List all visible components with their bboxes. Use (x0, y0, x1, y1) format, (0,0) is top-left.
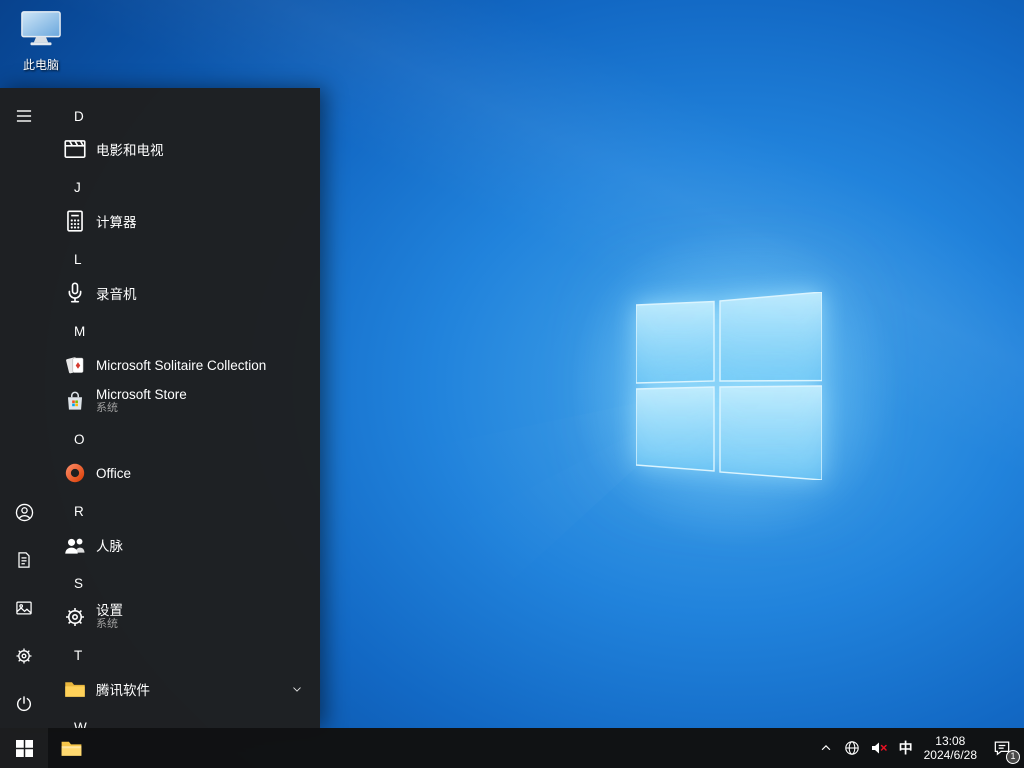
section-header-o[interactable]: O (48, 421, 320, 457)
app-sublabel: 系统 (96, 618, 118, 630)
app-label: 计算器 (96, 215, 137, 230)
section-header-w[interactable]: W (48, 709, 320, 729)
app-label: 人脉 (96, 539, 123, 554)
app-item-microsoft-store[interactable]: Microsoft Store 系统 (48, 383, 320, 419)
power-button[interactable] (0, 680, 48, 728)
app-label: 电影和电视 (96, 143, 164, 158)
app-label: 设置 (96, 603, 123, 618)
system-tray: 中 13:08 2024/6/28 1 (813, 728, 1024, 768)
volume-button[interactable] (865, 728, 893, 768)
settings-gear-icon (62, 604, 88, 630)
desktop: 此电脑 D 电影和电视 J 计算器 L 录音机 M Microsoft Soli… (0, 0, 1024, 768)
start-menu: D 电影和电视 J 计算器 L 录音机 M Microsoft Solitair… (0, 88, 320, 728)
clock-date: 2024/6/28 (923, 748, 977, 762)
ime-indicator[interactable]: 中 (893, 728, 919, 768)
action-center-button[interactable]: 1 (982, 728, 1022, 768)
notification-badge: 1 (1006, 750, 1020, 764)
chevron-up-icon (821, 744, 830, 751)
app-item-movies-tv[interactable]: 电影和电视 (48, 131, 320, 167)
network-button[interactable] (839, 728, 865, 768)
app-item-office[interactable]: Office (48, 455, 320, 491)
gear-icon (16, 648, 32, 664)
desktop-icon-this-pc[interactable]: 此电脑 (12, 8, 70, 73)
app-item-people[interactable]: 人脉 (48, 527, 320, 563)
people-icon (62, 532, 88, 558)
start-button[interactable] (0, 728, 48, 768)
section-header-l[interactable]: L (48, 241, 320, 277)
file-explorer-button[interactable] (48, 728, 94, 768)
documents-button[interactable] (0, 536, 48, 584)
expand-menu-button[interactable] (0, 92, 48, 140)
clock-time: 13:08 (935, 734, 966, 748)
app-item-calculator[interactable]: 计算器 (48, 203, 320, 239)
user-avatar-icon (15, 503, 33, 521)
solitaire-icon (62, 352, 88, 378)
app-item-solitaire[interactable]: Microsoft Solitaire Collection (48, 347, 320, 383)
app-item-voice-recorder[interactable]: 录音机 (48, 275, 320, 311)
calculator-icon (62, 208, 88, 234)
windows-logo-icon (636, 292, 822, 480)
section-header-j[interactable]: J (48, 169, 320, 205)
settings-button[interactable] (0, 632, 48, 680)
movies-tv-icon (62, 136, 88, 162)
app-sublabel: 系统 (96, 402, 118, 414)
app-label: Office (96, 465, 132, 481)
app-label: Microsoft Solitaire Collection (96, 357, 267, 373)
start-menu-app-list: D 电影和电视 J 计算器 L 录音机 M Microsoft Solitair… (48, 88, 320, 728)
app-label: 录音机 (96, 287, 137, 302)
app-label: Microsoft Store (96, 387, 187, 402)
network-globe-icon (844, 741, 859, 755)
chevron-down-icon (290, 682, 304, 701)
windows-start-icon (15, 739, 33, 757)
section-header-t[interactable]: T (48, 637, 320, 673)
file-explorer-icon (61, 741, 81, 756)
app-label: 腾讯软件 (96, 683, 150, 698)
volume-muted-icon (871, 742, 887, 754)
start-menu-rail (0, 88, 48, 728)
voice-recorder-icon (62, 280, 88, 306)
taskbar-clock[interactable]: 13:08 2024/6/28 (919, 728, 982, 768)
document-icon (18, 552, 30, 568)
app-item-settings[interactable]: 设置 系统 (48, 599, 320, 635)
hamburger-icon (16, 110, 32, 122)
taskbar: 中 13:08 2024/6/28 1 (0, 728, 1024, 768)
user-account-button[interactable] (0, 488, 48, 536)
section-header-r[interactable]: R (48, 493, 320, 529)
desktop-icon-label: 此电脑 (22, 58, 59, 72)
this-pc-icon (21, 11, 61, 46)
folder-icon (62, 676, 88, 702)
section-header-d[interactable]: D (48, 98, 320, 134)
store-icon (62, 388, 88, 414)
section-header-m[interactable]: M (48, 313, 320, 349)
hidden-icons-button[interactable] (813, 728, 839, 768)
pictures-button[interactable] (0, 584, 48, 632)
pictures-icon (16, 601, 32, 615)
app-item-tencent-folder[interactable]: 腾讯软件 (48, 671, 320, 707)
office-icon (62, 460, 88, 486)
power-icon (16, 696, 32, 712)
section-header-s[interactable]: S (48, 565, 320, 601)
